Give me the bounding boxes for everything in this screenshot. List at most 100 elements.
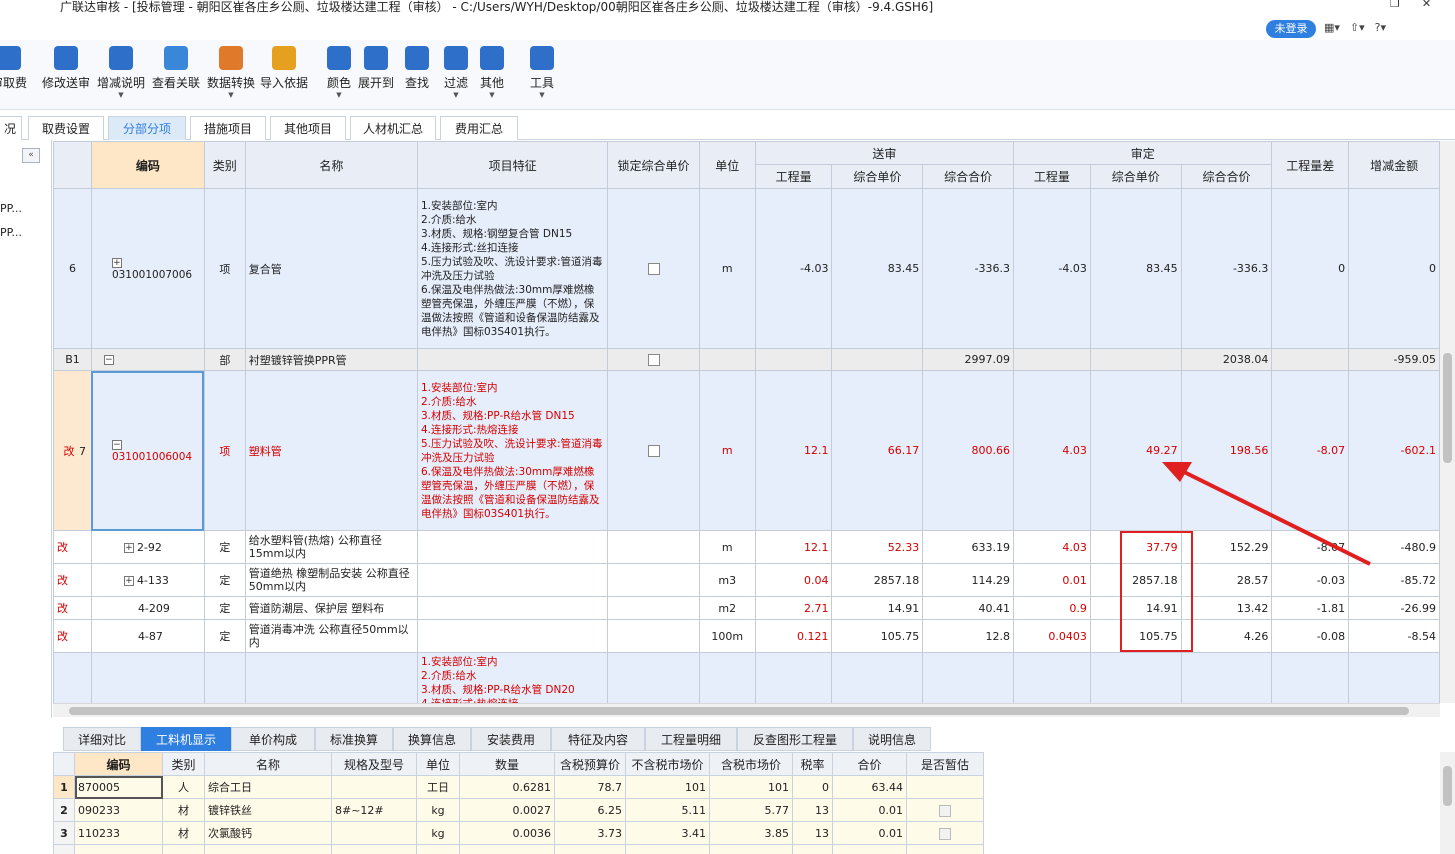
close-icon[interactable]: ✕ xyxy=(1422,0,1431,10)
login-button[interactable]: 未登录 xyxy=(1266,20,1316,38)
s-qty[interactable]: 0.121 xyxy=(754,619,833,653)
sub-tax[interactable]: 13 xyxy=(792,821,833,845)
a-price[interactable]: 105.75 xyxy=(1089,619,1182,653)
row-name[interactable]: 给水塑料管(热熔) 公称直径15mm以内 xyxy=(244,530,419,564)
a-qty[interactable]: -4.03 xyxy=(1013,188,1091,349)
toolbar-button-1[interactable]: 修改送审 xyxy=(40,44,92,104)
table-row[interactable]: 改7 −031001006004 项 塑料管 1.安装部位:室内 2.介质:给水… xyxy=(53,370,1440,531)
row-code[interactable]: − xyxy=(90,348,205,371)
sub-market-in[interactable]: 101 xyxy=(709,775,793,799)
header-s-price[interactable]: 综合单价 xyxy=(831,164,924,189)
expand-toggle-icon[interactable]: + xyxy=(111,257,122,268)
sub-market-ex[interactable]: 5.11 xyxy=(625,798,710,822)
tab-sub-items[interactable]: 分部分项 xyxy=(108,116,186,140)
upload-icon[interactable]: ⇧▾ xyxy=(1350,21,1365,34)
row-name[interactable]: 管道消毒冲洗 公称直径50mm以内 xyxy=(244,619,419,653)
sub-budget[interactable]: 6.25 xyxy=(554,798,626,822)
sub-tax[interactable]: 13 xyxy=(792,798,833,822)
s-qty[interactable]: 0.04 xyxy=(754,563,833,597)
sub-code[interactable]: 110233 xyxy=(74,821,163,845)
tab-detail-compare[interactable]: 详细对比 xyxy=(63,727,141,751)
sub-header-market-ex[interactable]: 不含税市场价 xyxy=(625,752,710,776)
tab-reverse-lookup[interactable]: 反查图形工程量 xyxy=(737,727,853,751)
sub-header-tax[interactable]: 税率 xyxy=(792,752,833,776)
grid-horizontal-scrollbar[interactable] xyxy=(53,703,1440,717)
header-code[interactable]: 编码 xyxy=(90,141,205,189)
sub-qty[interactable]: 0.6281 xyxy=(459,775,555,799)
tab-quantity-details[interactable]: 工程量明细 xyxy=(645,727,737,751)
toolbar-button-4[interactable]: 数据转换 ▼ xyxy=(205,44,257,104)
a-price[interactable]: 83.45 xyxy=(1089,188,1182,349)
row-code-selected[interactable]: −031001006004 xyxy=(90,370,205,531)
tab-features-content[interactable]: 特征及内容 xyxy=(551,727,645,751)
a-price[interactable]: 14.91 xyxy=(1089,596,1182,620)
sub-header-type[interactable]: 类别 xyxy=(162,752,205,776)
expand-toggle-icon[interactable]: + xyxy=(123,542,134,553)
s-qty[interactable]: -4.03 xyxy=(754,188,833,349)
row-feature[interactable]: 1.安装部位:室内 2.介质:给水 3.材质、规格:PP-R给水管 DN15 4… xyxy=(416,370,609,531)
s-qty[interactable]: 12.1 xyxy=(754,370,833,531)
table-row[interactable]: B1 − 部 衬塑镀锌管换PPR管 2997.09 2038.04 -959.0… xyxy=(53,348,1440,371)
sub-market-in[interactable]: 5.77 xyxy=(709,798,793,822)
sub-spec[interactable]: 8#~12# xyxy=(331,798,417,822)
sub-name[interactable]: 镀锌铁丝 xyxy=(204,798,332,822)
a-qty[interactable]: 0.0403 xyxy=(1013,619,1091,653)
sub-header-budget[interactable]: 含税预算价 xyxy=(554,752,626,776)
header-a-price[interactable]: 综合单价 xyxy=(1089,164,1182,189)
header-a-qty[interactable]: 工程量 xyxy=(1013,164,1091,189)
row-name[interactable]: 复合管 xyxy=(244,188,419,349)
expand-toggle-icon[interactable]: + xyxy=(123,575,134,586)
row-name[interactable]: 衬塑镀锌管换PPR管 xyxy=(244,348,419,371)
lock-checkbox[interactable] xyxy=(607,348,700,371)
toolbar-button-9[interactable]: 过滤 ▼ xyxy=(441,44,471,104)
row-name[interactable]: 塑料管 xyxy=(244,370,419,531)
a-price[interactable]: 49.27 xyxy=(1089,370,1182,531)
row-code[interactable]: +4-133 xyxy=(90,563,205,597)
header-a-total[interactable]: 综合合价 xyxy=(1180,164,1273,189)
sub-qty[interactable]: 0.0027 xyxy=(459,798,555,822)
row-name[interactable] xyxy=(244,652,419,703)
table-row[interactable]: 1.安装部位:室内 2.介质:给水 3.材质、规格:PP-R给水管 DN20 4… xyxy=(53,652,1440,703)
sub-header-market-in[interactable]: 含税市场价 xyxy=(709,752,793,776)
row-code[interactable]: +2-92 xyxy=(90,530,205,564)
header-qty-diff[interactable]: 工程量差 xyxy=(1271,141,1350,189)
tree-item[interactable]: PP... xyxy=(0,226,22,239)
table-row[interactable]: 改 4-209 定 管道防潮层、保护层 塑料布 m2 2.71 14.91 40… xyxy=(53,596,1440,620)
sub-header-spec[interactable]: 规格及型号 xyxy=(331,752,417,776)
toolbar-button-7[interactable]: 展开到 xyxy=(357,44,395,104)
toolbar-button-2[interactable]: 增减说明 ▼ xyxy=(95,44,147,104)
a-price[interactable]: 2857.18 xyxy=(1089,563,1182,597)
toolbar-button-3[interactable]: 查看关联 xyxy=(150,44,202,104)
sub-vertical-scrollbar[interactable] xyxy=(1440,752,1455,854)
sub-tax[interactable]: 0 xyxy=(792,775,833,799)
grid-vertical-scrollbar[interactable] xyxy=(1440,141,1455,703)
s-price[interactable]: 83.45 xyxy=(831,188,924,349)
header-feature[interactable]: 项目特征 xyxy=(416,141,609,189)
sub-header-name[interactable]: 名称 xyxy=(204,752,332,776)
collapse-toggle-icon[interactable]: − xyxy=(111,439,122,450)
s-price[interactable]: 66.17 xyxy=(831,370,924,531)
sub-market-in[interactable]: 3.85 xyxy=(709,821,793,845)
sub-market-ex[interactable]: 3.41 xyxy=(625,821,710,845)
sub-budget[interactable]: 78.7 xyxy=(554,775,626,799)
s-price[interactable]: 2857.18 xyxy=(831,563,924,597)
header-s-qty[interactable]: 工程量 xyxy=(754,164,833,189)
a-qty[interactable]: 0.9 xyxy=(1013,596,1091,620)
table-row[interactable]: 改 +2-92 定 给水塑料管(热熔) 公称直径15mm以内 m 12.1 52… xyxy=(53,530,1440,564)
a-qty[interactable]: 4.03 xyxy=(1013,530,1091,564)
tab-labor-material[interactable]: 人材机汇总 xyxy=(350,116,436,140)
toolbar-button-5[interactable]: 导入依据 xyxy=(258,44,310,104)
tab-cost-summary[interactable]: 费用汇总 xyxy=(440,116,518,140)
row-code[interactable]: 4-209 xyxy=(90,596,205,620)
s-price[interactable]: 14.91 xyxy=(831,596,924,620)
layout-icon[interactable]: ▦▾ xyxy=(1324,21,1340,34)
tab-standard-conversion[interactable]: 标准换算 xyxy=(315,727,393,751)
tab-fee-settings[interactable]: 取费设置 xyxy=(28,116,104,140)
toolbar-button-11[interactable]: 工具 ▼ xyxy=(527,44,557,104)
header-lock[interactable]: 锁定综合单价 xyxy=(607,141,700,189)
table-row[interactable]: 2 090233 材 镀锌铁丝 8#~12# kg 0.0027 6.25 5.… xyxy=(53,798,984,822)
sub-header-code[interactable]: 编码 xyxy=(74,752,163,776)
tab-overview[interactable]: 况 xyxy=(0,116,22,140)
tab-measures[interactable]: 措施项目 xyxy=(190,116,266,140)
sub-name[interactable]: 综合工日 xyxy=(204,775,332,799)
